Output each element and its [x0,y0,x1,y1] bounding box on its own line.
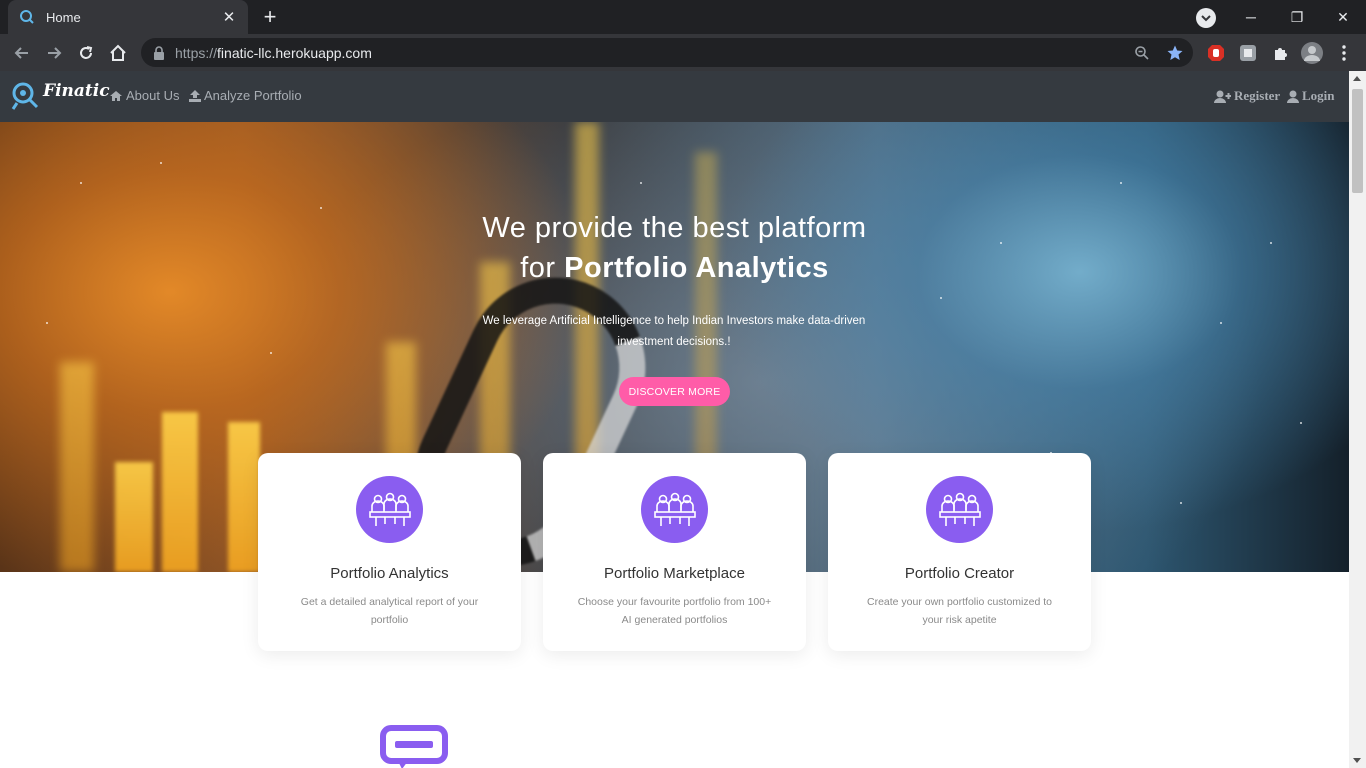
feature-card-creator[interactable]: Portfolio Creator Create your own portfo… [828,453,1091,651]
nav-about-us[interactable]: About Us [109,88,179,103]
finatic-favicon-icon [18,8,36,26]
reload-button[interactable] [73,40,99,66]
address-bar[interactable]: https:// finatic-llc.herokuapp.com [141,38,1193,67]
page-viewport: Finatic About Us Analyze Portfolio Regis… [0,71,1366,768]
back-arrow-icon [14,47,28,59]
nav-analyze-portfolio[interactable]: Analyze Portfolio [189,88,302,103]
nav-about-us-label: About Us [126,88,180,103]
hero-title-highlight: Portfolio Analytics [564,252,829,284]
restore-window-button[interactable]: ❐ [1274,0,1320,34]
browser-tab-bar: Home ✕ + ─ ❐ ✕ [0,0,1366,34]
adblock-extension-icon[interactable] [1205,42,1227,64]
tab-search-icon[interactable] [1196,8,1216,28]
feature-title: Portfolio Analytics [330,565,449,582]
login-label: Login [1302,88,1335,103]
home-button[interactable] [105,40,131,66]
brand-name: Finatic [43,81,110,101]
scrollbar-thumb[interactable] [1352,89,1363,193]
user-icon [1287,90,1299,103]
feature-title: Portfolio Creator [904,565,1015,582]
home-icon [110,44,126,61]
meeting-icon [926,476,993,543]
profile-avatar-icon[interactable] [1301,42,1323,64]
url-scheme: https:// [175,44,218,61]
feature-card-analytics[interactable]: Portfolio Analytics Get a detailed analy… [258,453,521,651]
browser-menu-icon[interactable] [1333,42,1355,64]
feature-description: Choose your favourite portfolio from 100… [577,596,772,626]
feature-title: Portfolio Marketplace [604,565,745,582]
hero-subtitle: We leverage Artificial Intelligence to h… [482,315,866,348]
home-icon [110,90,122,101]
new-tab-button[interactable]: + [258,5,282,29]
page-scrollbar[interactable] [1349,71,1366,768]
login-link[interactable]: Login [1287,88,1335,104]
bookmark-star-icon[interactable] [1164,42,1186,64]
back-button[interactable] [9,40,35,66]
feature-description: Get a detailed analytical report of your… [300,596,479,626]
close-window-button[interactable]: ✕ [1320,0,1366,34]
extension-puzzle-tile-icon[interactable] [1237,42,1259,64]
close-tab-icon[interactable]: ✕ [220,8,238,26]
register-label: Register [1234,88,1281,103]
tab-title: Home [46,9,81,25]
url-host: finatic-llc.herokuapp.com [217,44,372,61]
chat-bubble-icon [380,725,448,768]
upload-icon [189,89,201,102]
forward-button[interactable] [41,40,67,66]
scroll-down-arrow-icon[interactable] [1353,758,1361,763]
reload-icon [80,46,93,59]
discover-more-button[interactable]: DISCOVER MORE [619,377,730,406]
hero-title-line2: for Portfolio Analytics [0,248,1349,288]
meeting-icon [356,476,423,543]
feature-description: Create your own portfolio customized to … [866,596,1052,626]
lock-icon [154,45,164,60]
brand-logo[interactable]: Finatic [11,79,110,111]
nav-analyze-portfolio-label: Analyze Portfolio [204,88,302,103]
user-plus-icon [1214,90,1231,103]
scroll-up-arrow-icon[interactable] [1353,76,1361,81]
browser-toolbar: https:// finatic-llc.herokuapp.com [0,34,1366,71]
hero-title-line1: We provide the best platform [482,212,867,244]
zoom-icon[interactable] [1131,42,1153,64]
browser-tab-home[interactable]: Home ✕ [8,0,248,34]
feature-card-marketplace[interactable]: Portfolio Marketplace Choose your favour… [543,453,806,651]
minimize-window-button[interactable]: ─ [1228,0,1274,34]
register-link[interactable]: Register [1214,88,1280,104]
site-navbar: Finatic About Us Analyze Portfolio Regis… [0,71,1349,122]
finatic-logo-icon [11,82,39,110]
meeting-icon [641,476,708,543]
forward-arrow-icon [48,47,62,59]
hero-title-prefix: for [520,252,565,284]
extensions-puzzle-icon[interactable] [1269,42,1291,64]
